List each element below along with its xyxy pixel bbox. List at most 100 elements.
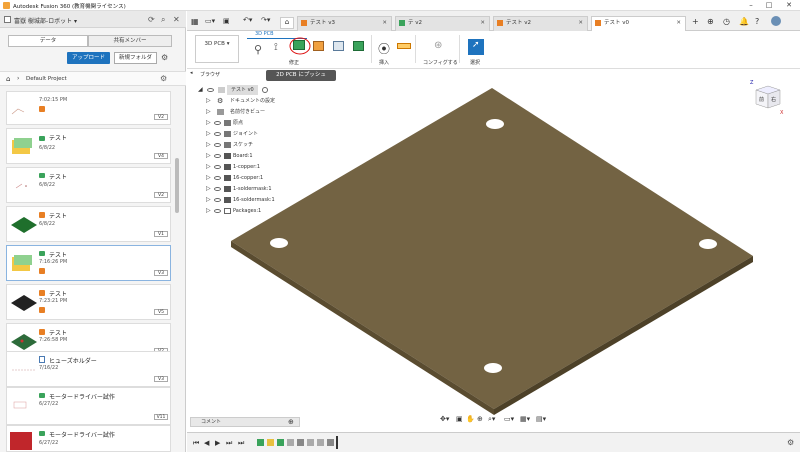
play-icon[interactable]: ▶	[215, 439, 220, 447]
file-item[interactable]: 7:02:15 PM V2	[6, 91, 171, 125]
modify-tool-icon[interactable]: ⚲	[254, 43, 262, 56]
app-grid-icon[interactable]: ▦	[191, 17, 199, 26]
file-menu-icon[interactable]: ▭▾	[205, 17, 215, 25]
eye-icon[interactable]	[214, 121, 221, 125]
hub-grid-icon[interactable]	[4, 16, 11, 23]
eye-icon[interactable]	[214, 154, 221, 158]
new-tab-icon[interactable]: +	[692, 17, 699, 26]
extensions-icon[interactable]: ⊕	[707, 17, 714, 26]
tab-doc-4-active[interactable]: テスト v0 ✕	[591, 16, 686, 31]
new-folder-button[interactable]: 新規フォルダ	[114, 52, 157, 64]
maximize-button[interactable]: □	[762, 1, 776, 9]
activate-radio[interactable]	[262, 87, 268, 93]
tab-doc-3[interactable]: テスト v2 ✕	[493, 16, 588, 31]
display-settings-icon[interactable]: ▭▾	[504, 415, 514, 423]
viewcube[interactable]: Z X 前 右	[750, 78, 784, 118]
grid-settings-icon[interactable]: ▦▾	[520, 415, 530, 423]
minimize-button[interactable]: –	[744, 1, 758, 9]
eye-icon[interactable]	[214, 165, 221, 169]
file-item[interactable]: テスト 6/8/22 V2	[6, 167, 171, 203]
hub-name[interactable]: 富嶽 樹城部-ロボット ▾	[14, 16, 77, 25]
version-badge[interactable]: V1	[154, 231, 168, 237]
eye-icon[interactable]	[207, 88, 214, 92]
redo-icon[interactable]: ↷▾	[261, 16, 270, 24]
scrollbar[interactable]	[175, 158, 179, 213]
pull-from-2d-icon[interactable]	[313, 41, 324, 51]
version-badge[interactable]: V2	[154, 114, 168, 120]
configure-tool-icon[interactable]: ⊛	[434, 40, 442, 51]
file-item-selected[interactable]: テスト 7:16:26 PM V3	[6, 245, 171, 281]
select-tool-icon[interactable]: ➚	[468, 39, 484, 55]
tab-data[interactable]: データ	[8, 35, 88, 47]
settings-gear-icon[interactable]: ⚙	[161, 53, 168, 62]
pcb-tool-icon[interactable]	[353, 41, 364, 51]
file-item[interactable]: テスト 6/8/22 V1	[6, 206, 171, 242]
comments-panel[interactable]: コメント ⊕	[190, 417, 300, 427]
eye-icon[interactable]	[214, 143, 221, 147]
timeline-feature-icon[interactable]	[317, 439, 324, 446]
file-item[interactable]: ヒューズホルダー 7/16/22 V3	[6, 351, 171, 387]
orbit-icon[interactable]: ✥▾	[440, 415, 449, 423]
timeline-feature-icon[interactable]	[297, 439, 304, 446]
undo-icon[interactable]: ↶▾	[243, 16, 252, 24]
notifications-icon[interactable]: 🔔	[739, 17, 749, 26]
timeline-feature-icon[interactable]	[327, 439, 334, 446]
upload-button[interactable]: アップロード	[67, 52, 110, 64]
viewports-icon[interactable]: ▤▾	[536, 415, 546, 423]
step-forward-icon[interactable]: ⏭	[226, 439, 232, 448]
insert-group-label[interactable]: 挿入	[379, 59, 389, 66]
timeline-feature-icon[interactable]	[257, 439, 264, 446]
file-item[interactable]: モータードライバー試作 6/27/22 V11	[6, 387, 171, 425]
close-tab-icon[interactable]: ✕	[578, 17, 583, 29]
go-to-end-icon[interactable]: ⏭	[238, 439, 244, 448]
home-icon[interactable]: ⌂	[6, 75, 10, 83]
insert-tool-icon[interactable]: ⦿	[378, 40, 390, 57]
dimension-tool-icon[interactable]	[397, 43, 411, 49]
timeline-settings-icon[interactable]: ⚙	[787, 438, 794, 447]
look-at-icon[interactable]: ▣	[456, 415, 463, 423]
eye-icon[interactable]	[214, 198, 221, 202]
version-badge[interactable]: V5	[154, 309, 168, 315]
timeline-feature-icon[interactable]	[267, 439, 274, 446]
file-item[interactable]: モータードライバー試作 6/27/22	[6, 425, 171, 452]
close-panel-icon[interactable]: ✕	[173, 15, 180, 24]
timeline-feature-icon[interactable]	[307, 439, 314, 446]
tab-doc-2[interactable]: テ v2 ✕	[395, 16, 490, 31]
eye-icon[interactable]	[214, 209, 221, 213]
close-tab-icon[interactable]: ✕	[382, 17, 387, 29]
file-item[interactable]: テスト 6/8/22 V4	[6, 128, 171, 164]
eye-icon[interactable]	[214, 132, 221, 136]
timeline-feature-icon[interactable]	[277, 439, 284, 446]
home-tab-icon[interactable]: ⌂	[280, 17, 294, 29]
avatar[interactable]	[771, 16, 781, 26]
timeline-feature-icon[interactable]	[287, 439, 294, 446]
search-icon[interactable]: ⌕	[161, 15, 165, 25]
add-comment-icon[interactable]: ⊕	[288, 418, 294, 427]
modify-group-label[interactable]: 修正	[289, 59, 299, 66]
save-icon[interactable]: ▣	[223, 17, 230, 25]
select-group-label[interactable]: 選択	[470, 59, 480, 66]
refresh-icon[interactable]: ⟳	[148, 15, 155, 24]
align-tool-icon[interactable]: ⟟	[274, 42, 278, 53]
eye-icon[interactable]	[214, 187, 221, 191]
project-name[interactable]: Default Project	[26, 76, 67, 82]
configure-group-label[interactable]: コンフィグする	[423, 59, 458, 66]
version-badge[interactable]: V4	[154, 153, 168, 159]
help-icon[interactable]: ?	[755, 17, 759, 26]
close-tab-icon[interactable]: ✕	[676, 17, 681, 29]
pan-icon[interactable]: ✋	[466, 415, 475, 423]
browser-root[interactable]: ◢ テスト v0	[198, 85, 270, 95]
tab-doc-1[interactable]: テスト v3 ✕	[297, 16, 392, 31]
go-to-start-icon[interactable]: ⏮	[193, 439, 199, 448]
close-tab-icon[interactable]: ✕	[480, 17, 485, 29]
close-window-button[interactable]: ✕	[782, 1, 796, 9]
job-status-icon[interactable]: ◷	[723, 17, 730, 26]
version-badge[interactable]: V11	[154, 414, 168, 420]
workspace-switcher[interactable]: 3D PCB ▾	[195, 35, 239, 63]
view-icon[interactable]	[333, 41, 344, 51]
step-back-icon[interactable]: ◀	[204, 439, 209, 447]
timeline-marker[interactable]	[336, 436, 338, 449]
project-settings-icon[interactable]: ⚙	[160, 74, 167, 83]
version-badge[interactable]: V2	[154, 192, 168, 198]
eye-icon[interactable]	[214, 176, 221, 180]
